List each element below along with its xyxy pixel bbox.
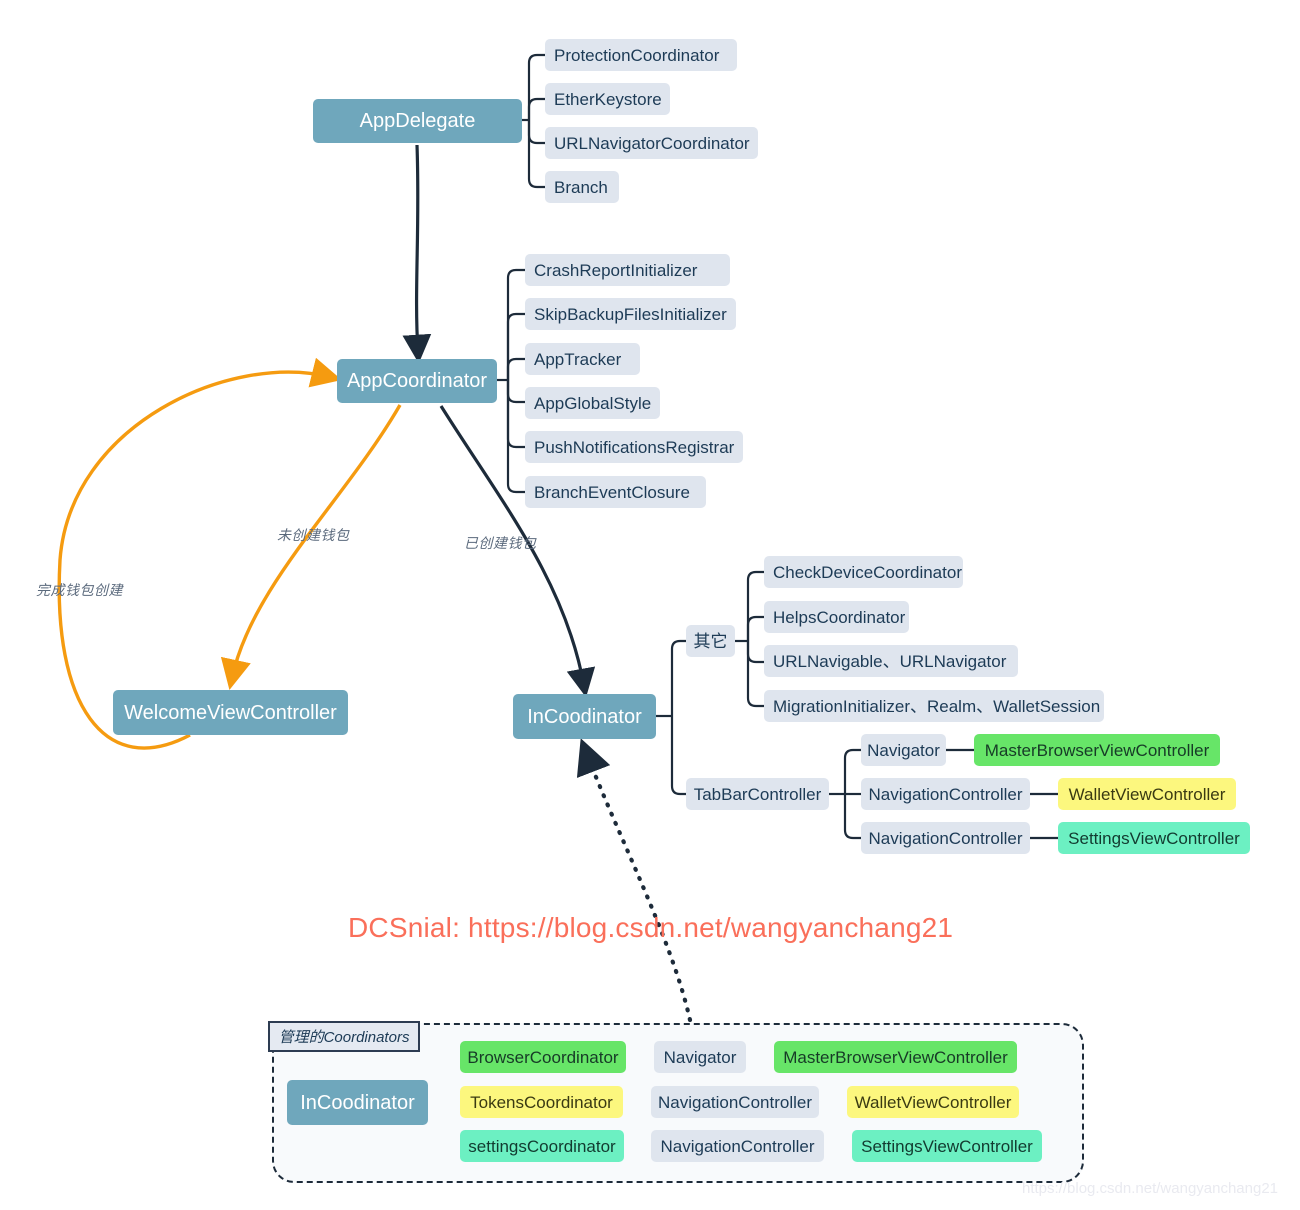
node-label: MasterBrowserViewController [783,1047,1008,1067]
edge-group-appcoordinator-children [497,268,525,494]
node-group-vc-0[interactable]: MasterBrowserViewController [774,1041,1017,1073]
node-group-coordinator-0[interactable]: BrowserCoordinator [460,1041,626,1073]
node-group-vc-2[interactable]: SettingsViewController [852,1130,1042,1162]
node-label: NavigationController [660,1136,815,1156]
node-label: TokensCoordinator [470,1092,613,1112]
node-helps-coordinator[interactable]: HelpsCoordinator [764,601,909,633]
edge-appdelegate-to-appcoordinator [402,144,432,364]
node-group-in-coordinator[interactable]: InCoodinator [287,1080,428,1125]
node-tabbar-nav-0[interactable]: Navigator [861,734,946,766]
node-label: AppGlobalStyle [534,393,652,413]
node-label: ProtectionCoordinator [554,45,720,65]
node-label: AppTracker [534,349,622,369]
node-app-global-style[interactable]: AppGlobalStyle [525,387,660,419]
node-tabbar-nav-2[interactable]: NavigationController [861,822,1030,854]
node-tab-bar-controller[interactable]: TabBarController [686,778,829,810]
node-tabbar-nav-1[interactable]: NavigationController [861,778,1030,810]
node-label: SkipBackupFilesInitializer [534,304,727,324]
node-urlnavigator-coordinator[interactable]: URLNavigatorCoordinator [545,127,758,159]
node-label: Navigator [663,1047,737,1067]
node-app-delegate-label: AppDelegate [359,110,476,132]
node-label: PushNotificationsRegistrar [534,437,735,457]
node-app-tracker[interactable]: AppTracker [525,343,640,375]
node-crashreport-initializer[interactable]: CrashReportInitializer [525,254,730,286]
node-in-coordinator-label: InCoodinator [527,705,642,728]
node-group-nav-2[interactable]: NavigationController [651,1130,824,1162]
node-label: HelpsCoordinator [773,607,906,627]
node-protection-coordinator[interactable]: ProtectionCoordinator [545,39,737,71]
edge-group-appdelegate-children [522,53,545,189]
node-label: BranchEventClosure [534,482,690,502]
node-in-coordinator[interactable]: InCoodinator [513,694,656,739]
node-label: BrowserCoordinator [467,1047,619,1067]
node-label: Branch [554,177,608,197]
node-group-coordinator-2[interactable]: settingsCoordinator [460,1130,624,1162]
node-check-device-coordinator[interactable]: CheckDeviceCoordinator [764,556,963,588]
node-label: MigrationInitializer、Realm、WalletSession [773,696,1101,716]
node-tabbar-vc-1[interactable]: WalletViewController [1058,778,1236,810]
node-group-nav-1[interactable]: NavigationController [651,1086,819,1118]
node-label: SettingsViewController [861,1136,1033,1156]
node-label: URLNavigable、URLNavigator [773,651,1007,671]
node-others-label: 其它 [693,631,728,651]
edge-label-finish-wallet: 完成钱包创建 [36,582,123,598]
node-label: NavigationController [868,828,1023,848]
node-welcome-view-controller[interactable]: WelcomeViewController [113,690,348,735]
node-label: Navigator [867,740,940,760]
node-tabbar-label: TabBarController [693,784,822,804]
node-push-notifications-registrar[interactable]: PushNotificationsRegistrar [525,431,743,463]
node-branch[interactable]: Branch [545,171,619,203]
node-label: CheckDeviceCoordinator [773,562,962,582]
node-tabbar-vc-2[interactable]: SettingsViewController [1058,822,1250,854]
node-group-coordinator-1[interactable]: TokensCoordinator [460,1086,623,1118]
node-others-group[interactable]: 其它 [686,625,735,657]
node-label: CrashReportInitializer [534,260,698,280]
edge-group-to-incoordinator [576,738,693,1023]
node-welcome-label: WelcomeViewController [124,701,337,724]
node-app-coordinator[interactable]: AppCoordinator [337,359,497,403]
node-skipbackupfiles-initializer[interactable]: SkipBackupFilesInitializer [525,298,736,330]
node-label: MasterBrowserViewController [984,740,1210,760]
node-app-coordinator-label: AppCoordinator [346,370,488,392]
node-app-delegate[interactable]: AppDelegate [313,99,522,143]
edge-label-has-wallet: 已创建钱包 [464,535,537,551]
node-label: settingsCoordinator [468,1136,616,1156]
node-group-nav-0[interactable]: Navigator [654,1041,746,1073]
edge-group-others-children [735,570,764,708]
managed-coordinators-title: 管理的Coordinators [268,1021,420,1052]
node-label: EtherKeystore [554,89,662,109]
watermark-main: DCSnial: https://blog.csdn.net/wangyanch… [348,912,954,943]
node-label: InCoodinator [300,1091,415,1114]
node-migration-realm-walletsession[interactable]: MigrationInitializer、Realm、WalletSession [764,690,1104,722]
diagram-canvas: AppDelegate ProtectionCoordinator EtherK… [0,0,1300,1210]
node-ether-keystore[interactable]: EtherKeystore [545,83,670,115]
node-label: SettingsViewController [1068,828,1240,848]
edge-group-incoordinator [656,639,686,796]
node-tabbar-vc-0[interactable]: MasterBrowserViewController [974,734,1220,766]
node-group-vc-1[interactable]: WalletViewController [847,1086,1019,1118]
edge-label-no-wallet: 未创建钱包 [277,527,350,543]
watermark-faint: https://blog.csdn.net/wangyanchang21 [1022,1180,1279,1197]
node-label: URLNavigatorCoordinator [554,133,750,153]
node-urlnavigable-urlnavigator[interactable]: URLNavigable、URLNavigator [764,645,1018,677]
node-label: NavigationController [868,784,1023,804]
node-label: WalletViewController [854,1092,1012,1112]
node-label: NavigationController [657,1092,813,1112]
node-branch-event-closure[interactable]: BranchEventClosure [525,476,706,508]
node-label: WalletViewController [1068,784,1226,804]
